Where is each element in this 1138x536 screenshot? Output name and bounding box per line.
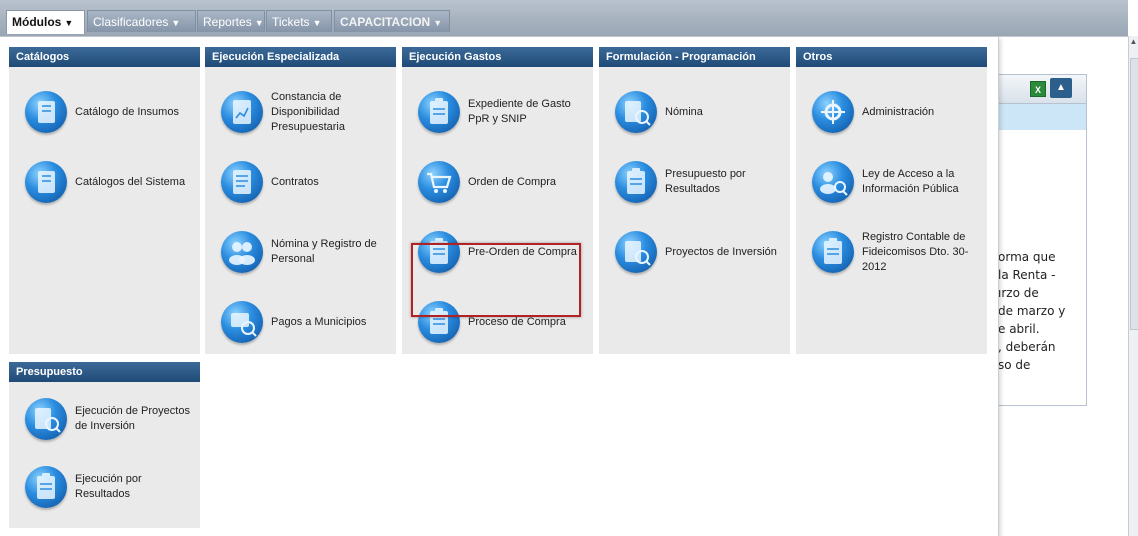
- book-icon: [25, 91, 67, 133]
- chevron-up-icon: ▲: [1056, 82, 1066, 93]
- chevron-down-icon: ▼: [64, 18, 74, 28]
- menu-entry-registro-contable-fideicomisos[interactable]: Registro Contable de Fideicomisos Dto. 3…: [796, 221, 986, 291]
- menu-entry-constancia-disponibilidad[interactable]: Constancia de Disponibilidad Presupuesta…: [205, 81, 395, 151]
- column-header: Catálogos: [9, 47, 200, 67]
- menu-reportes-label: Reportes: [203, 15, 252, 29]
- menu-entry-ley-acceso-informacion[interactable]: Ley de Acceso a la Información Pública: [796, 151, 986, 221]
- money-search-icon: [221, 301, 263, 343]
- menu-entry-label: Ejecución por Resultados: [75, 473, 142, 500]
- menu-modulos[interactable]: Módulos ▼: [6, 10, 85, 34]
- cart-icon: [418, 161, 460, 203]
- background-text-line: so de: [998, 358, 1031, 372]
- scrollbar-thumb[interactable]: [1130, 58, 1138, 330]
- menu-entry-administracion[interactable]: Administración: [796, 81, 986, 151]
- menu-entry-label: Orden de Compra: [468, 175, 557, 188]
- menu-entry-label: Administración: [862, 105, 935, 118]
- clipboard-icon: [25, 466, 67, 508]
- project-search-icon: [25, 398, 67, 440]
- menu-entry-catalogo-insumos[interactable]: Catálogo de Insumos: [9, 81, 199, 151]
- chevron-down-icon: ▼: [171, 18, 181, 28]
- background-text-line: ırzo de: [998, 286, 1039, 300]
- column-header: Otros: [796, 47, 987, 67]
- background-text-line: orma que: [998, 250, 1056, 264]
- menu-entry-label: Nómina: [665, 105, 703, 118]
- column-header: Formulación - Programación: [599, 47, 790, 67]
- menu-entry-expediente-gasto[interactable]: Expediente de Gasto PpR y SNIP: [402, 81, 592, 151]
- menu-entry-label: Proyectos de Inversión: [665, 245, 777, 258]
- column-ejecucion-especializada: Ejecución Especializada Constancia de Di…: [205, 47, 396, 354]
- highlight-box: [411, 243, 581, 317]
- menu-modulos-label: Módulos: [12, 15, 62, 29]
- modulos-dropdown-menu: Catálogos Catálogo de Insumos Catálogos …: [0, 37, 999, 536]
- background-text-line: la Renta -: [998, 268, 1056, 282]
- menu-entry-presupuesto-resultados[interactable]: Presupuesto por Resultados: [599, 151, 789, 221]
- column-formulacion-programacion: Formulación - Programación Nómina Presup…: [599, 47, 790, 354]
- people-icon: [221, 231, 263, 273]
- chevron-down-icon: ▼: [254, 18, 264, 28]
- menu-entry-label: Registro Contable de Fideicomisos Dto. 3…: [862, 230, 969, 273]
- menu-clasificadores-label: Clasificadores: [93, 15, 169, 29]
- menu-entry-label: Pagos a Municipios: [271, 315, 367, 328]
- menu-reportes[interactable]: Reportes ▼: [197, 10, 265, 32]
- menu-entry-label: Catálogo de Insumos: [75, 105, 179, 118]
- payroll-search-icon: [615, 91, 657, 133]
- column-header: Ejecución Gastos: [402, 47, 593, 67]
- book-icon: [25, 161, 67, 203]
- tools-icon: [812, 91, 854, 133]
- menu-entry-label: Expediente de Gasto PpR y SNIP: [468, 98, 571, 125]
- menu-entry-label: Ley de Acceso a la Información Pública: [862, 168, 959, 195]
- menu-entry-label: Ejecución de Proyectos de Inversión: [75, 405, 190, 432]
- background-panel-band: [986, 104, 1086, 130]
- clipboard-icon: [812, 231, 854, 273]
- project-search-icon: [615, 231, 657, 273]
- clipboard-icon: [418, 91, 460, 133]
- menu-entry-pagos-municipios[interactable]: Pagos a Municipios: [205, 291, 395, 361]
- menu-entry-proyectos-inversion[interactable]: Proyectos de Inversión: [599, 221, 789, 291]
- column-presupuesto: Presupuesto Ejecución de Proyectos de In…: [9, 362, 200, 528]
- column-catalogos: Catálogos Catálogo de Insumos Catálogos …: [9, 47, 200, 354]
- background-panel-header: X ▲: [986, 75, 1086, 104]
- menu-entry-ejecucion-proyectos-inversion[interactable]: Ejecución de Proyectos de Inversión: [9, 388, 199, 458]
- background-text-line: e abril.: [998, 322, 1040, 336]
- chevron-down-icon: ▼: [312, 18, 322, 28]
- clipboard-chart-icon: [221, 91, 263, 133]
- menu-tickets[interactable]: Tickets ▼: [266, 10, 332, 32]
- document-icon: [221, 161, 263, 203]
- background-text-line: de marzo y: [998, 304, 1066, 318]
- menu-capacitacion[interactable]: CAPACITACION ▼: [334, 10, 450, 32]
- background-text: orma que la Renta - ırzo de de marzo y e…: [998, 248, 1098, 374]
- people-search-icon: [812, 161, 854, 203]
- menu-clasificadores[interactable]: Clasificadores ▼: [87, 10, 196, 32]
- menu-capacitacion-label: CAPACITACION: [340, 15, 431, 29]
- column-otros: Otros Administración Ley de Acceso a la …: [796, 47, 987, 354]
- menu-bar: Módulos ▼ Clasificadores ▼ Reportes ▼ Ticke…: [0, 0, 1128, 37]
- menu-tickets-label: Tickets: [272, 15, 310, 29]
- menu-entry-contratos[interactable]: Contratos: [205, 151, 395, 221]
- menu-entry-label: Constancia de Disponibilidad Presupuesta…: [271, 90, 345, 133]
- menu-entry-catalogos-sistema[interactable]: Catálogos del Sistema: [9, 151, 199, 221]
- background-text-line: , deberán: [998, 340, 1056, 354]
- menu-entry-label: Presupuesto por Resultados: [665, 168, 746, 195]
- menu-entry-orden-compra[interactable]: Orden de Compra: [402, 151, 592, 221]
- scroll-up-arrow-icon[interactable]: ▲: [1129, 37, 1138, 51]
- menu-entry-nomina[interactable]: Nómina: [599, 81, 789, 151]
- menu-entry-ejecucion-resultados[interactable]: Ejecución por Resultados: [9, 456, 199, 526]
- menu-entry-label: Nómina y Registro de Personal: [271, 238, 377, 265]
- menu-entry-label: Contratos: [271, 175, 319, 188]
- chevron-down-icon: ▼: [433, 18, 443, 28]
- menu-entry-label: Catálogos del Sistema: [75, 175, 186, 188]
- excel-icon[interactable]: X: [1030, 81, 1046, 97]
- column-header: Presupuesto: [9, 362, 200, 382]
- menu-entry-nomina-registro-personal[interactable]: Nómina y Registro de Personal: [205, 221, 395, 291]
- column-header: Ejecución Especializada: [205, 47, 396, 67]
- clipboard-icon: [615, 161, 657, 203]
- collapse-button[interactable]: ▲: [1050, 78, 1072, 98]
